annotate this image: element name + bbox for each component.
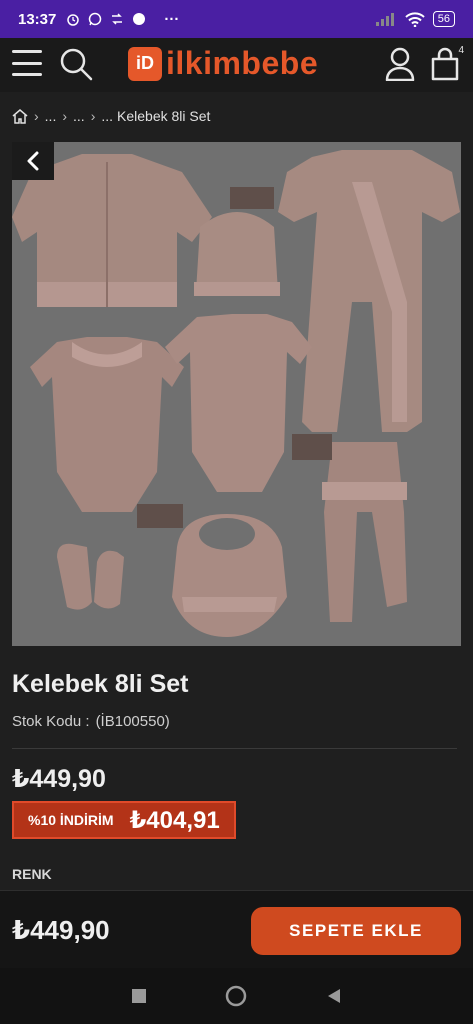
back-button[interactable] [322, 984, 346, 1008]
image-prev-button[interactable] [12, 142, 54, 180]
chevron-left-icon [27, 151, 39, 171]
site-header: iD ilkimbebe 4 [0, 38, 473, 92]
breadcrumb-separator: › [34, 108, 39, 124]
status-more-dots: ··· [164, 10, 180, 28]
system-nav-bar [0, 968, 473, 1024]
record-icon [133, 13, 146, 25]
battery-indicator: 56 [432, 11, 455, 27]
breadcrumb-item[interactable]: ... [101, 108, 113, 124]
signal-transfer-icon [112, 13, 123, 25]
cart-icon [431, 47, 459, 81]
add-to-cart-button[interactable]: SEPETE EKLE [251, 907, 461, 955]
home-button[interactable] [224, 984, 248, 1008]
status-time: 13:37 [18, 10, 57, 28]
sku-line: Stok Kodu : (İB100550) [12, 713, 170, 730]
logo-text: ilkimbebe [166, 45, 319, 81]
discount-price: ₺404,91 [129, 806, 220, 834]
whatsapp-icon [89, 12, 102, 26]
bottom-purchase-bar: ₺449,90 SEPETE EKLE [0, 890, 473, 968]
cell-signal-icon [375, 13, 394, 26]
logo-badge: iD [128, 46, 162, 81]
recents-button[interactable] [127, 984, 151, 1008]
discount-label: %10 İNDİRİM [28, 812, 114, 828]
wifi-icon [405, 11, 425, 27]
breadcrumb: › ... › ... › ... Kelebek 8li Set [12, 108, 210, 124]
user-icon[interactable] [384, 47, 416, 81]
square-icon [131, 989, 146, 1003]
divider [12, 748, 457, 749]
search-icon[interactable] [59, 47, 93, 81]
home-icon[interactable] [12, 108, 28, 124]
product-title: Kelebek 8li Set [12, 670, 189, 698]
product-price: ₺449,90 [12, 765, 106, 793]
cart-count: 4 [458, 45, 464, 56]
breadcrumb-current: Kelebek 8li Set [117, 108, 211, 124]
breadcrumb-separator: › [62, 108, 68, 124]
cart-button[interactable]: 4 [430, 45, 464, 81]
sku-label: Stok Kodu : [12, 713, 90, 730]
discount-badge: %10 İNDİRİM ₺404,91 [12, 801, 236, 839]
color-label: RENK [12, 866, 52, 882]
breadcrumb-item[interactable]: ... [45, 108, 57, 124]
alarm-icon [67, 14, 80, 26]
status-bar: 13:37 ··· 56 [0, 0, 473, 38]
bottom-price: ₺449,90 [12, 915, 110, 945]
menu-icon[interactable] [12, 50, 42, 76]
sku-value: (İB100550) [95, 713, 170, 730]
breadcrumb-separator: › [90, 108, 96, 124]
baby-clothes-set-illustration [12, 142, 461, 646]
circle-icon [226, 985, 247, 1007]
breadcrumb-item[interactable]: ... [73, 108, 85, 124]
triangle-back-icon [328, 989, 341, 1003]
product-image[interactable] [12, 142, 461, 646]
site-logo[interactable]: iD ilkimbebe [128, 45, 318, 82]
